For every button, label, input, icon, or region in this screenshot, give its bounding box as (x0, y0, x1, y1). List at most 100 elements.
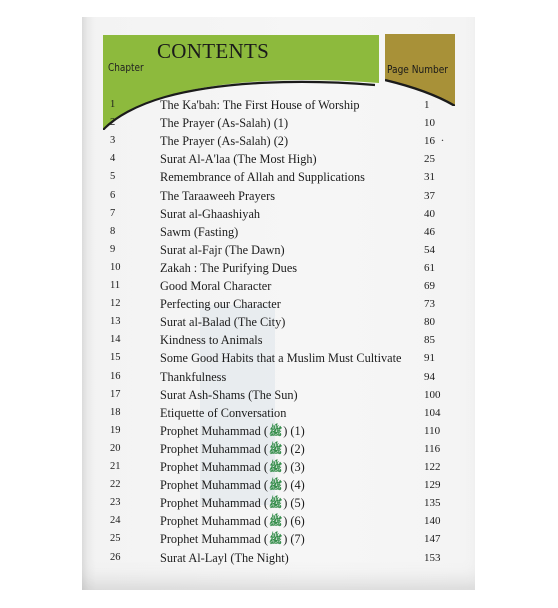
chapter-title: Prophet Muhammad (ﷺ) (2) (160, 442, 305, 459)
chapter-part-suffix: (3) (290, 460, 305, 474)
page-number: 61 (424, 261, 435, 274)
chapter-part-suffix: (2) (290, 441, 305, 456)
chapter-part-suffix: (7) (290, 532, 305, 547)
page-number: 46 (424, 225, 435, 238)
chapter-title: Prophet Muhammad (ﷺ) (6) (160, 514, 305, 531)
chapter-title: Surat al-Balad (The City) (160, 315, 286, 330)
chapter-number: 23 (110, 497, 121, 509)
page-number: 85 (424, 334, 435, 347)
chapter-title: Prophet Muhammad (ﷺ) (1) (160, 424, 305, 441)
stray-mark: . (441, 130, 444, 144)
chapter-title: The Taraaweeh Prayers (160, 188, 275, 203)
chapter-title: Some Good Habits that a Muslim Must Cult… (160, 351, 402, 366)
chapter-title-text: Prophet Muhammad (160, 441, 261, 456)
page-number: 122 (424, 461, 441, 473)
chapter-number: 24 (110, 515, 121, 527)
chapter-title: Prophet Muhammad (ﷺ) (3) (160, 460, 305, 477)
pbuh-calligraphy-icon: ﷺ (268, 516, 283, 529)
chapter-number: 18 (110, 406, 121, 418)
page-number: 94 (424, 370, 435, 383)
chapter-title: Surat Al-Layl (The Night) (160, 550, 289, 565)
pbuh-calligraphy-icon: ﷺ (268, 534, 283, 547)
chapter-part-suffix: (1) (290, 423, 305, 438)
chapter-number: 7 (110, 207, 116, 219)
page-number: 31 (424, 171, 435, 184)
chapter-number: 12 (110, 298, 121, 310)
chapter-number: 3 (110, 135, 116, 147)
chapter-title: Surat Al-A'laa (The Most High) (160, 152, 317, 167)
chapter-title: Surat Ash-Shams (The Sun) (160, 387, 298, 402)
page-number: 80 (424, 316, 435, 329)
chapter-title: Perfecting our Character (160, 297, 281, 312)
page-number: 110 (424, 424, 441, 437)
chapter-title-text: Prophet Muhammad (160, 496, 261, 511)
chapter-number: 21 (110, 461, 121, 472)
chapter-title: Prophet Muhammad (ﷺ) (5) (160, 496, 305, 513)
chapter-title: Remembrance of Allah and Supplications (160, 170, 365, 185)
pbuh-calligraphy-icon: ﷺ (268, 462, 283, 474)
chapter-number: 1 (110, 99, 116, 110)
chapter-title: Sawm (Fasting) (160, 224, 239, 239)
pbuh-calligraphy-icon: ﷺ (268, 425, 283, 438)
chapter-title: Good Moral Character (160, 279, 272, 293)
chapter-number: 17 (110, 388, 121, 400)
page-number: 91 (424, 352, 435, 365)
chapter-column-header: Chapter (108, 62, 144, 74)
chapter-number: 9 (110, 243, 116, 255)
page-number: 16 (424, 135, 435, 148)
page-number-column-header: Page Number (387, 64, 449, 76)
page-number: 1 (424, 99, 430, 111)
page-number: 40 (424, 207, 435, 220)
chapter-title: Etiquette of Conversation (160, 405, 287, 420)
chapter-number: 13 (110, 316, 121, 328)
chapter-title: Kindness to Animals (160, 333, 263, 348)
chapter-title: Prophet Muhammad (ﷺ) (7) (160, 532, 305, 549)
page-number: 153 (424, 551, 441, 564)
pbuh-calligraphy-icon: ﷺ (268, 480, 283, 493)
page-number: 147 (424, 533, 441, 546)
pbuh-calligraphy-icon: ﷺ (268, 498, 283, 511)
chapter-number: 19 (110, 424, 121, 436)
chapter-number: 4 (110, 153, 116, 165)
chapter-title: Surat al-Ghaashiyah (160, 206, 261, 221)
chapter-part-suffix: (6) (290, 514, 305, 529)
page-title: CONTENTS (157, 39, 270, 63)
page-number: 140 (424, 515, 441, 528)
chapter-title-text: Prophet Muhammad (160, 532, 261, 547)
chapter-number: 14 (110, 334, 121, 346)
chapter-number: 16 (110, 370, 121, 382)
page-number: 73 (424, 298, 435, 311)
chapter-number: 2 (110, 117, 116, 129)
chapter-number: 25 (110, 533, 121, 545)
chapter-part-suffix: (4) (290, 478, 305, 493)
chapter-title: Zakah : The Purifying Dues (160, 260, 298, 275)
chapter-title: Prophet Muhammad (ﷺ) (4) (160, 478, 305, 495)
chapter-title-text: Prophet Muhammad (160, 460, 261, 474)
chapter-number: 6 (110, 189, 116, 201)
pbuh-calligraphy-icon: ﷺ (268, 443, 283, 456)
chapter-number: 20 (110, 442, 121, 454)
chapter-title-text: Prophet Muhammad (160, 514, 261, 529)
chapter-title-text: Prophet Muhammad (160, 423, 261, 438)
chapter-number: 8 (110, 225, 116, 237)
page-number: 129 (424, 479, 441, 492)
page-number: 25 (424, 153, 435, 166)
chapter-title-text: Prophet Muhammad (160, 478, 261, 493)
page-number: 116 (424, 442, 441, 455)
chapter-number: 10 (110, 261, 121, 273)
chapter-title: The Ka'bah: The First House of Worship (160, 98, 360, 112)
chapter-number: 26 (110, 551, 121, 563)
chapter-title: Thankfulness (160, 369, 227, 384)
chapter-title: The Prayer (As-Salah) (1) (160, 116, 289, 131)
chapter-number: 22 (110, 479, 121, 491)
page-number: 135 (424, 497, 441, 510)
page-number: 10 (424, 117, 435, 130)
chapter-part-suffix: (5) (290, 496, 305, 511)
page-number: 104 (424, 406, 441, 419)
page-number: 100 (424, 388, 441, 401)
page-number: 69 (424, 280, 435, 292)
chapter-number: 5 (110, 171, 116, 183)
chapter-number: 11 (110, 280, 121, 291)
chapter-title: The Prayer (As-Salah) (2) (160, 134, 289, 149)
chapter-title: Surat al-Fajr (The Dawn) (160, 242, 285, 257)
